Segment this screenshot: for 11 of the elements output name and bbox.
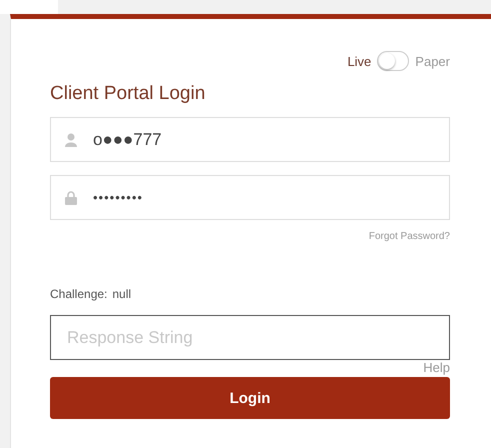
paper-label: Paper	[415, 54, 450, 68]
challenge-value: null	[112, 287, 132, 301]
mode-switch[interactable]	[377, 51, 410, 71]
user-icon	[65, 132, 77, 146]
username-field[interactable]: o●●●777	[50, 117, 450, 162]
login-button[interactable]: Login	[50, 377, 450, 419]
login-title: Client Portal Login	[50, 83, 206, 105]
lock-icon	[65, 190, 77, 204]
password-field[interactable]: •••••••••	[50, 175, 450, 220]
challenge-label: Challenge:	[50, 287, 108, 301]
live-label: Live	[347, 54, 372, 68]
